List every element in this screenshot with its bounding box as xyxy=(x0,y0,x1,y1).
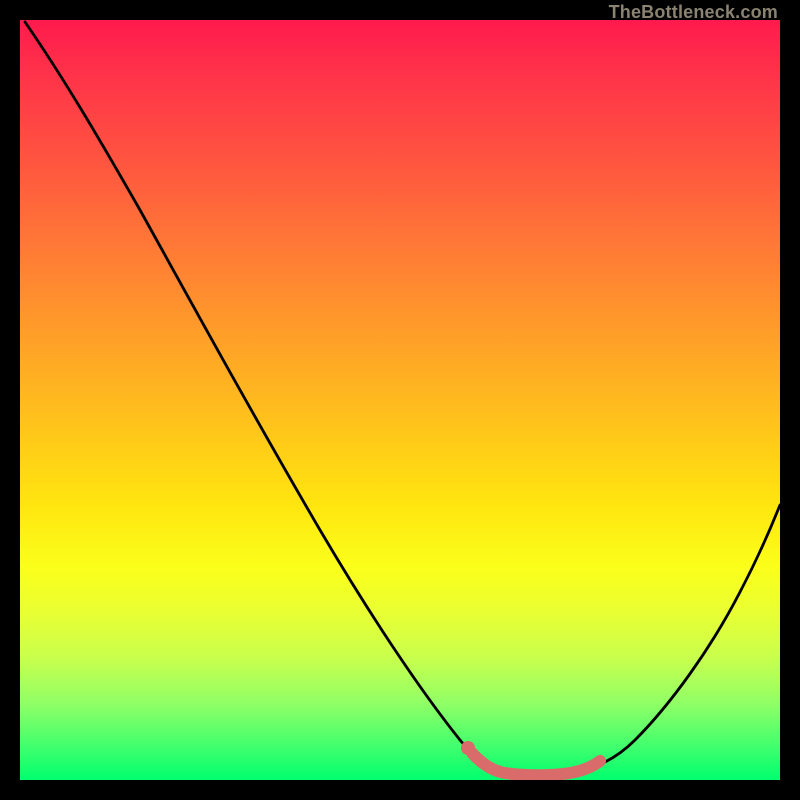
plot-area xyxy=(20,20,780,780)
watermark-label: TheBottleneck.com xyxy=(609,2,778,23)
chart-svg xyxy=(20,20,780,780)
highlight-start-dot xyxy=(461,741,475,755)
chart-frame: TheBottleneck.com xyxy=(0,0,800,800)
bottleneck-curve xyxy=(25,22,780,775)
highlight-segment xyxy=(472,753,600,775)
